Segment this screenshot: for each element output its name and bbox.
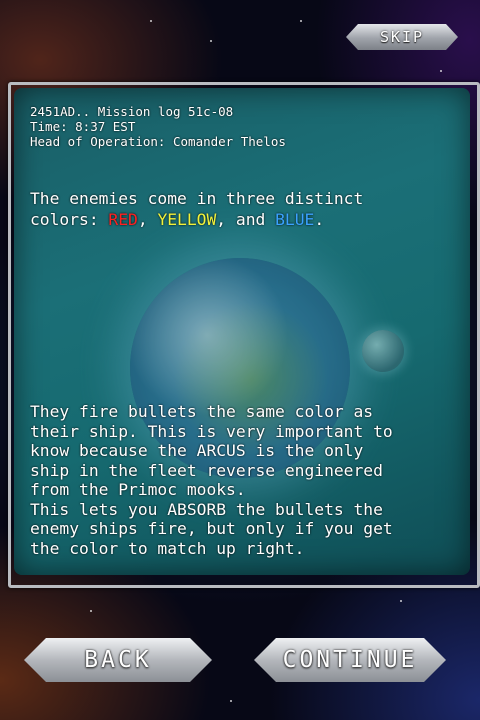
star (210, 40, 212, 42)
star (440, 70, 442, 72)
star (90, 610, 92, 612)
intro-line-2: colors: RED, YELLOW, and BLUE. (30, 209, 462, 230)
back-button[interactable]: BACK (24, 638, 212, 682)
color-red-word: RED (108, 210, 138, 229)
body-line: the color to match up right. (30, 538, 305, 558)
mission-log-panel: 2451AD.. Mission log 51c-08 Time: 8:37 ES… (14, 88, 470, 575)
body-line: from the Primoc mooks. (30, 480, 246, 499)
intro-separator: , and (216, 210, 276, 229)
intro-paragraph: The enemies come in three distinct colors… (30, 188, 462, 230)
color-yellow-word: YELLOW (157, 210, 217, 229)
log-line-head: Head of Operation: Comander Thelos (30, 134, 286, 149)
body-line: They fire bullets the same color as (30, 402, 374, 421)
intro-period: . (314, 210, 325, 229)
instructions-paragraph: They fire bullets the same color as their… (30, 402, 462, 558)
body-line: their ship. This is very important to (30, 421, 393, 441)
log-line-date: 2451AD.. Mission log 51c-08 (30, 104, 234, 119)
star (300, 20, 302, 22)
star (150, 20, 152, 22)
mission-log-header: 2451AD.. Mission log 51c-08 Time: 8:37 ES… (30, 104, 286, 149)
log-line-time: Time: 8:37 EST (30, 119, 136, 134)
skip-button[interactable]: SKIP (346, 24, 458, 50)
intro-separator: , (137, 210, 158, 229)
body-line: This lets you ABSORB the bullets the (30, 499, 383, 519)
intro-line-1: The enemies come in three distinct (30, 189, 364, 208)
star (400, 600, 402, 602)
body-line: enemy ships fire, but only if you get (30, 519, 393, 538)
star (230, 700, 232, 702)
moon-image (362, 330, 404, 372)
body-line: ship in the fleet reverse engineered (30, 460, 383, 480)
color-blue-word: BLUE (275, 210, 315, 229)
continue-button[interactable]: CONTINUE (254, 638, 446, 682)
intro-colors-label: colors: (30, 210, 109, 229)
body-line: know because the ARCUS is the only (30, 441, 364, 460)
